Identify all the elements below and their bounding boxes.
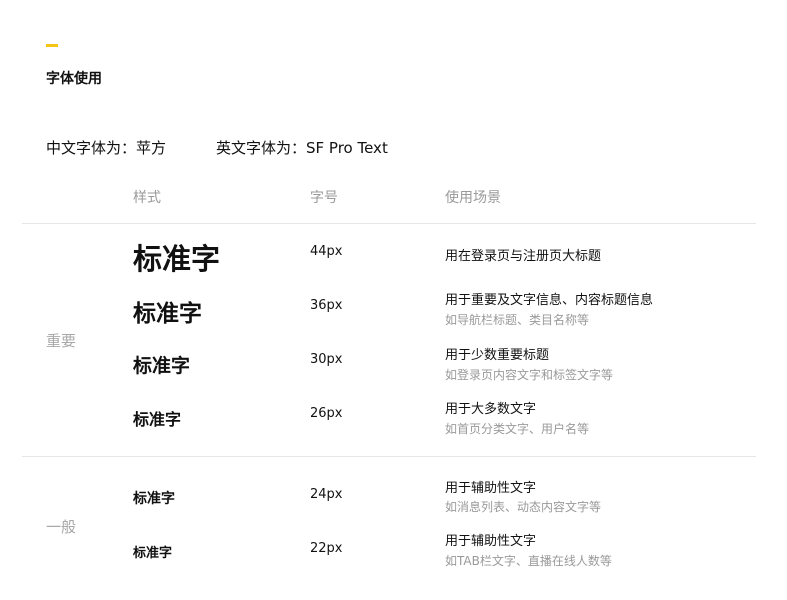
usage-text: 用于辅助性文字: [445, 534, 537, 549]
usage-note: 如TAB栏文字、直播在线人数等: [445, 554, 612, 568]
usage-note: 如登录页内容文字和标签文字等: [445, 368, 614, 382]
divider-middle: [22, 456, 756, 457]
sample-text: 标准字: [133, 410, 182, 429]
accent-bar: [46, 44, 58, 47]
usage-text: 用于大多数文字: [445, 402, 537, 417]
sample-text: 标准字: [133, 301, 202, 327]
font-size-value: 36px: [310, 298, 343, 313]
sample-text: 标准字: [133, 491, 175, 507]
section-title: 字体使用: [46, 71, 102, 87]
group-label-important: 重要: [46, 332, 77, 350]
usage-text: 用于辅助性文字: [445, 481, 537, 496]
chinese-font-label: 中文字体为：苹方: [46, 139, 167, 157]
font-size-value: 24px: [310, 487, 343, 502]
sample-text: 标准字: [133, 355, 191, 377]
font-size-value: 22px: [310, 541, 343, 556]
column-header-size: 字号: [310, 190, 338, 206]
group-label-general: 一般: [46, 518, 77, 536]
font-size-value: 44px: [310, 244, 343, 259]
usage-text: 用于少数重要标题: [445, 348, 550, 363]
usage-note: 如首页分类文字、用户名等: [445, 422, 590, 436]
sample-text: 标准字: [133, 242, 221, 276]
usage-text: 用于重要及文字信息、内容标题信息: [445, 293, 654, 308]
usage-note: 如导航栏标题、类目名称等: [445, 313, 590, 327]
font-size-value: 30px: [310, 352, 343, 367]
column-header-usage: 使用场景: [445, 190, 501, 206]
sample-text: 标准字: [133, 546, 173, 561]
column-header-style: 样式: [133, 190, 161, 206]
usage-note: 如消息列表、动态内容文字等: [445, 500, 602, 514]
usage-text: 用在登录页与注册页大标题: [445, 249, 602, 264]
english-font-label: 英文字体为：SF Pro Text: [216, 139, 388, 157]
divider-top: [22, 223, 756, 224]
font-size-value: 26px: [310, 406, 343, 421]
